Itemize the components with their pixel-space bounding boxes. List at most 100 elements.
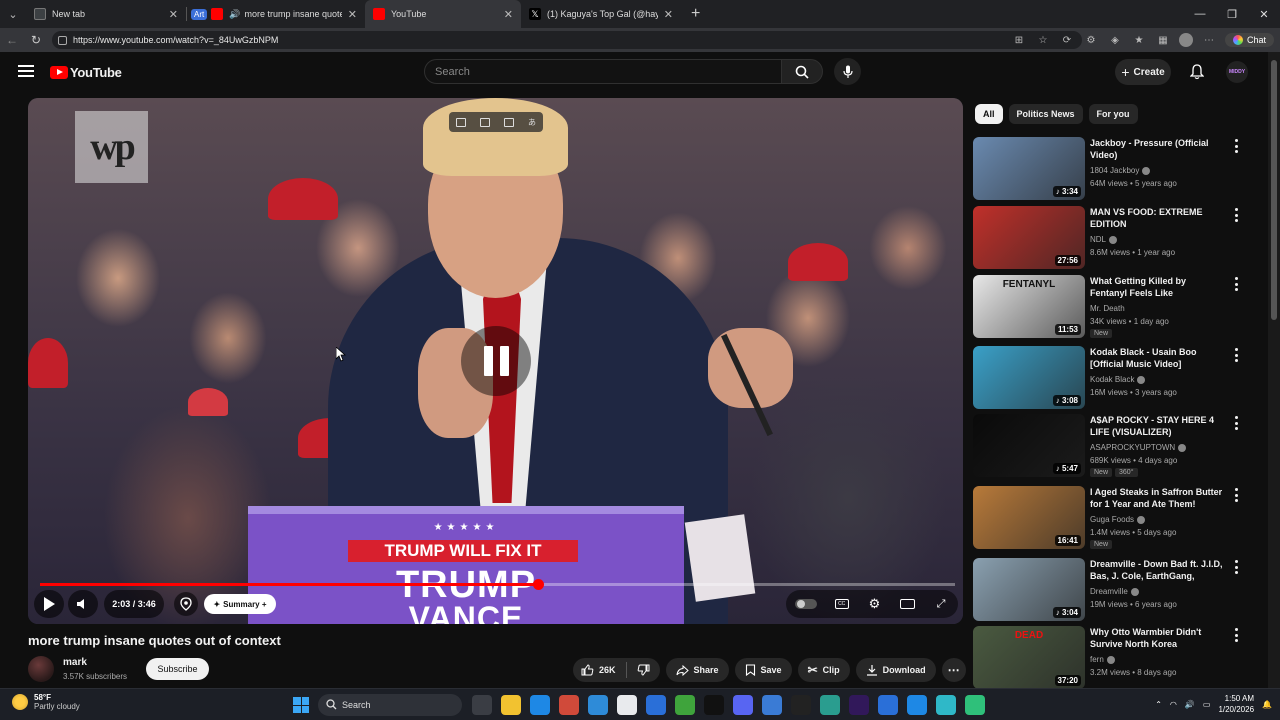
location-pin-button[interactable] — [174, 592, 198, 616]
close-tab-icon[interactable]: ✕ — [504, 8, 513, 21]
recommendation-item[interactable]: ♪ 3:08 Kodak Black - Usain Boo [Official… — [973, 346, 1263, 410]
summary-button[interactable]: ✦ Summary + — [204, 594, 276, 614]
recommendation-channel[interactable]: ASAPROCKYUPTOWN — [1090, 443, 1187, 452]
download-button[interactable]: Download — [855, 658, 936, 682]
recommendation-channel[interactable]: Kodak Black — [1090, 375, 1146, 384]
screenshot-icon[interactable] — [480, 117, 490, 127]
taskbar-app-icon[interactable] — [704, 695, 724, 715]
taskbar-app-icon[interactable] — [878, 695, 898, 715]
tab-video[interactable]: Art 🔊 more trump insane quotes ou ✕ — [187, 0, 365, 28]
recommendation-title[interactable]: What Getting Killed by Fentanyl Feels Li… — [1090, 275, 1225, 299]
recommendation-title[interactable]: Kodak Black - Usain Boo [Official Music … — [1090, 346, 1225, 370]
recommendation-title[interactable]: Why Otto Warmbier Didn't Survive North K… — [1090, 626, 1225, 650]
more-options-icon[interactable] — [1232, 277, 1240, 291]
taskbar-app-icon[interactable] — [907, 695, 927, 715]
close-tab-icon[interactable]: ✕ — [169, 8, 178, 21]
video-thumbnail[interactable]: DEAD 37:20 — [973, 626, 1085, 689]
popout-icon[interactable] — [456, 117, 466, 127]
more-actions-icon[interactable]: ⋯ — [941, 658, 966, 682]
play-button[interactable] — [34, 590, 64, 618]
profile-avatar-icon[interactable] — [1178, 33, 1193, 47]
more-options-icon[interactable] — [1232, 488, 1240, 502]
taskbar-app-icon[interactable] — [849, 695, 869, 715]
app-install-icon[interactable]: ⊞ — [1011, 32, 1027, 48]
more-options-icon[interactable] — [1232, 560, 1240, 574]
taskbar-app-icon[interactable] — [675, 695, 695, 715]
recommendation-title[interactable]: Jackboy - Pressure (Official Video) — [1090, 137, 1225, 161]
recommendation-item[interactable]: ♪ 3:34 Jackboy - Pressure (Official Vide… — [973, 137, 1263, 201]
tab-new-tab[interactable]: New tab ✕ — [26, 0, 186, 28]
create-button[interactable]: + Create — [1115, 59, 1171, 85]
taskbar-app-icon[interactable] — [762, 695, 782, 715]
pause-overlay-button[interactable] — [461, 326, 531, 396]
fullscreen-icon[interactable]: ⤢ — [933, 598, 949, 610]
collections-icon[interactable]: ▦ — [1155, 32, 1171, 48]
progress-bar[interactable] — [40, 579, 955, 590]
refresh-extension-icon[interactable]: ⟳ — [1059, 32, 1075, 48]
recommendation-item[interactable]: 27:56 MAN VS FOOD: EXTREME EDITION NDL 8… — [973, 206, 1263, 270]
taskbar-app-icon[interactable] — [965, 695, 985, 715]
miniplayer-icon[interactable] — [900, 599, 916, 609]
channel-name[interactable]: mark — [63, 657, 87, 668]
battery-icon[interactable]: ▭ — [1203, 700, 1211, 709]
more-menu-icon[interactable]: ⋯ — [1201, 32, 1217, 48]
site-info-icon[interactable] — [58, 35, 67, 45]
hamburger-menu-icon[interactable] — [18, 65, 34, 77]
video-thumbnail[interactable]: ♪ 5:47 — [973, 414, 1085, 477]
recommendation-channel[interactable]: 1804 Jackboy — [1090, 166, 1151, 175]
chip-for-you[interactable]: For you — [1088, 104, 1138, 124]
autoplay-toggle[interactable] — [794, 599, 817, 609]
new-tab-plus-icon[interactable]: + — [691, 5, 700, 23]
network-icon[interactable]: ◠ — [1170, 700, 1177, 709]
extensions-icon[interactable]: ⚙ — [1083, 32, 1099, 48]
chip-politics-news[interactable]: Politics News — [1008, 104, 1083, 124]
volume-button[interactable] — [68, 590, 98, 618]
close-window-icon[interactable]: ✕ — [1248, 0, 1280, 28]
dislike-button[interactable] — [627, 658, 660, 682]
video-thumbnail[interactable]: ♪ 3:04 — [973, 558, 1085, 621]
back-arrow-icon[interactable]: ← — [0, 33, 24, 47]
taskbar-app-icon[interactable] — [501, 695, 521, 715]
taskbar-search[interactable]: Search — [318, 694, 462, 716]
taskbar-app-icon[interactable] — [530, 695, 550, 715]
translate-icon[interactable]: あ — [528, 117, 536, 128]
account-avatar[interactable]: MIDDY — [1226, 61, 1248, 83]
tab-x-profile[interactable]: 𝕏 (1) Kaguya's Top Gal (@hayasaka_ ✕ — [521, 0, 681, 28]
weather-widget[interactable]: 58°F Partly cloudy — [12, 693, 80, 711]
video-thumbnail[interactable]: ♪ 3:08 — [973, 346, 1085, 409]
save-button[interactable]: Save — [734, 658, 792, 682]
tray-chevron-icon[interactable]: ⌃ — [1155, 700, 1162, 709]
channel-avatar[interactable] — [28, 656, 54, 682]
copilot-chat-button[interactable]: Chat — [1224, 33, 1274, 47]
captions-icon[interactable]: CC — [834, 599, 849, 609]
taskbar-app-icon[interactable] — [936, 695, 956, 715]
close-tab-icon[interactable]: ✕ — [348, 8, 357, 21]
recommendation-item[interactable]: ♪ 5:47 A$AP ROCKY - STAY HERE 4 LIFE (VI… — [973, 414, 1263, 478]
tab-youtube[interactable]: YouTube ✕ — [365, 0, 521, 28]
video-thumbnail[interactable]: FENTANYL 11:53 — [973, 275, 1085, 338]
page-scrollbar[interactable] — [1268, 52, 1280, 688]
clip-button[interactable]: ✂ Clip — [797, 658, 850, 682]
url-field[interactable]: https://www.youtube.com/watch?v=_84UwGzb… — [52, 31, 1082, 49]
favorites-icon[interactable]: ★ — [1131, 32, 1147, 48]
chip-all[interactable]: All — [975, 104, 1003, 124]
speaker-icon[interactable]: 🔊 — [229, 9, 240, 20]
progress-scrubber[interactable] — [532, 579, 544, 590]
recommendation-item[interactable]: 16:41 I Aged Steaks in Saffron Butter fo… — [973, 486, 1263, 550]
more-options-icon[interactable] — [1232, 348, 1240, 362]
volume-icon[interactable]: 🔊 — [1185, 700, 1195, 709]
recommendation-item[interactable]: ♪ 3:04 Dreamville - Down Bad ft. J.I.D, … — [973, 558, 1263, 622]
video-thumbnail[interactable]: 16:41 — [973, 486, 1085, 549]
recommendation-channel[interactable]: Mr. Death — [1090, 304, 1125, 313]
voice-search-button[interactable] — [834, 58, 861, 85]
minimize-icon[interactable]: — — [1184, 0, 1216, 28]
video-thumbnail[interactable]: 27:56 — [973, 206, 1085, 269]
taskbar-app-icon[interactable] — [733, 695, 753, 715]
taskbar-app-icon[interactable] — [559, 695, 579, 715]
scrollbar-thumb[interactable] — [1271, 60, 1277, 320]
recommendation-channel[interactable]: fern — [1090, 655, 1115, 664]
clock[interactable]: 1:50 AM 1/20/2026 — [1218, 693, 1254, 715]
notifications-bell-icon[interactable] — [1190, 64, 1204, 80]
settings-gear-icon[interactable]: ⚙ — [866, 596, 882, 611]
video-player[interactable]: wp ★★★★★ TRUMP WILL FIX IT TRUMP VANCE あ… — [28, 98, 963, 624]
